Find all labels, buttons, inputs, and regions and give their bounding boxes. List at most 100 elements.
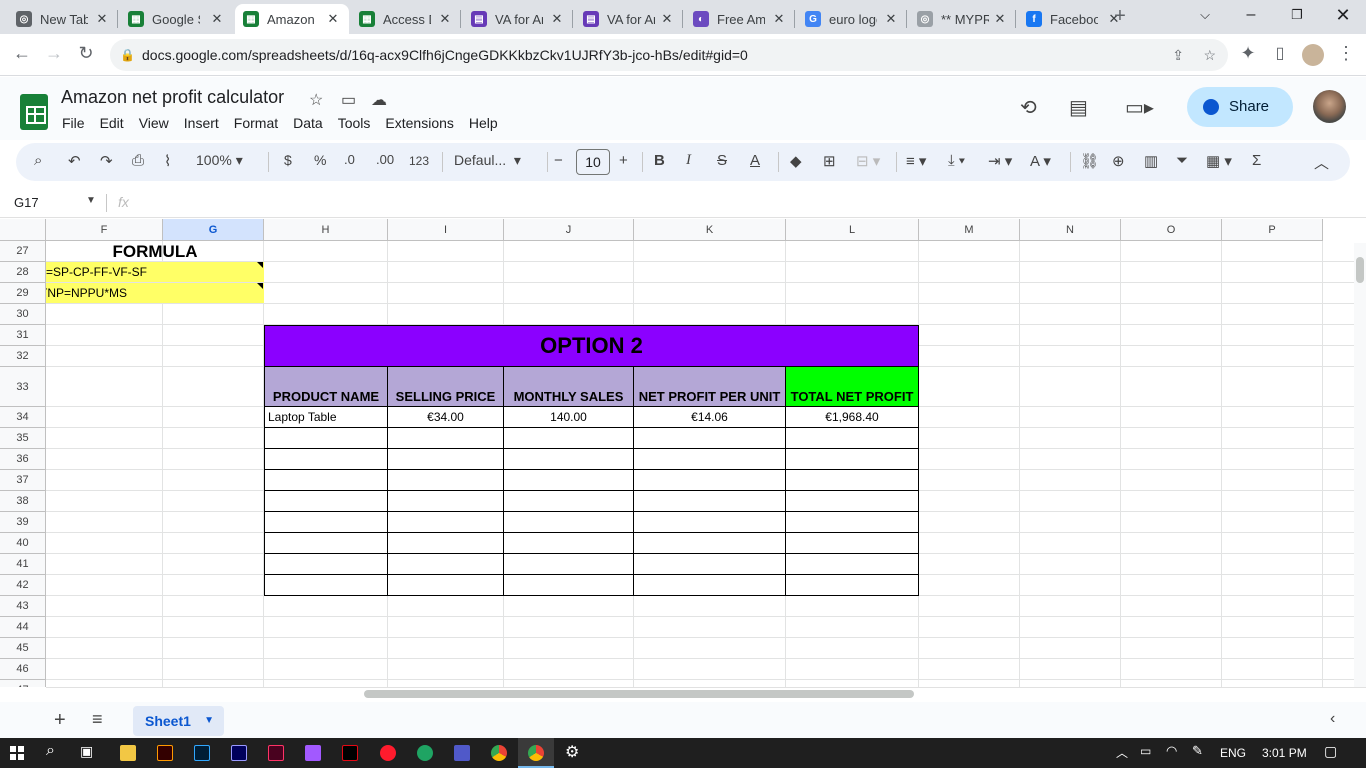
table-cell-empty[interactable] (388, 575, 504, 596)
menu-edit[interactable]: Edit (100, 115, 124, 131)
row-header[interactable]: 37 (0, 470, 46, 491)
table-cell-empty[interactable] (504, 449, 634, 470)
browser-tab[interactable]: ◐ Free Amazon ✕ (685, 4, 795, 34)
browser-tab[interactable]: ▦ Google Sheets ✕ (120, 4, 233, 34)
table-cell-empty[interactable] (786, 533, 919, 554)
filter-icon[interactable]: ⏷ (1176, 152, 1188, 169)
tab-close-icon[interactable]: ✕ (771, 11, 787, 27)
table-cell-empty[interactable] (388, 512, 504, 533)
table-cell-empty[interactable] (388, 428, 504, 449)
netflix-icon[interactable] (342, 745, 358, 761)
column-header-j[interactable]: J (504, 219, 634, 241)
browser-tab[interactable]: Geuro logo ✕ (797, 4, 907, 34)
tab-close-icon[interactable]: ✕ (325, 11, 341, 27)
meet-camera-icon[interactable]: ▭▸ (1125, 95, 1154, 120)
row-header[interactable]: 46 (0, 659, 46, 680)
comments-icon[interactable]: ▤ (1069, 95, 1088, 120)
battery-icon[interactable]: ▭ (1140, 744, 1151, 758)
horizontal-scrollbar[interactable] (46, 687, 1366, 701)
row-header[interactable]: 31 (0, 325, 46, 346)
undo-icon[interactable]: ↶ (68, 152, 81, 170)
table-cell-empty[interactable] (504, 554, 634, 575)
table-cell-empty[interactable] (634, 470, 786, 491)
table-cell-empty[interactable] (388, 554, 504, 575)
extensions-puzzle-icon[interactable]: ✦ (1236, 43, 1260, 64)
table-cell-empty[interactable] (634, 533, 786, 554)
table-cell-empty[interactable] (264, 512, 388, 533)
text-rotation-icon[interactable]: A ▾ (1030, 152, 1051, 170)
browser-tab[interactable]: ▤ VA for Amazon ✕ (463, 4, 573, 34)
zoom-select[interactable]: 100% ▾ (196, 152, 243, 169)
reload-icon[interactable]: ↻ (74, 43, 98, 64)
minimize-button[interactable]: – (1228, 0, 1274, 32)
settings-gear-icon[interactable]: ⚙ (565, 742, 579, 762)
illustrator-icon[interactable] (157, 745, 173, 761)
text-wrap-icon[interactable]: ⇥ ▾ (988, 152, 1012, 170)
table-cell-empty[interactable] (504, 533, 634, 554)
figma-icon[interactable] (305, 745, 321, 761)
row-header[interactable]: 28 (0, 262, 46, 283)
cloud-status-icon[interactable]: ☁ (371, 90, 387, 110)
strikethrough-button[interactable]: S (717, 152, 727, 169)
sheet-tab-sheet1[interactable]: Sheet1 ▼ (133, 706, 224, 736)
table-cell-empty[interactable] (786, 470, 919, 491)
font-select[interactable]: Defaul... ▾ (454, 152, 521, 169)
horizontal-scroll-thumb[interactable] (364, 690, 914, 698)
formula-cell-1[interactable]: J=SP-CP-FF-VF-SF (46, 262, 264, 282)
language-indicator[interactable]: ENG (1220, 746, 1246, 760)
table-cell-empty[interactable] (264, 575, 388, 596)
table-cell-empty[interactable] (786, 449, 919, 470)
menu-view[interactable]: View (139, 115, 169, 131)
table-cell-empty[interactable] (504, 470, 634, 491)
chrome-active-taskbar-item[interactable] (518, 738, 554, 768)
column-header-k[interactable]: K (634, 219, 786, 241)
functions-icon[interactable]: Σ (1252, 152, 1261, 169)
table-cell[interactable]: €34.00 (388, 407, 504, 428)
select-all-corner[interactable] (0, 219, 46, 241)
share-page-icon[interactable]: ⇪ (1172, 39, 1184, 71)
column-header-f[interactable]: F (46, 219, 163, 241)
row-header[interactable]: 44 (0, 617, 46, 638)
formula-cell-2[interactable]: TNP=NPPU*MS (46, 283, 264, 303)
address-bar[interactable]: 🔒 docs.google.com/spreadsheets/d/16q-acx… (110, 39, 1228, 71)
premiere-icon[interactable] (231, 745, 247, 761)
decrease-decimal-button[interactable]: .0 (344, 152, 355, 167)
table-cell-empty[interactable] (388, 470, 504, 491)
menu-tools[interactable]: Tools (338, 115, 371, 131)
forward-icon[interactable]: → (42, 43, 66, 64)
column-header-o[interactable]: O (1121, 219, 1222, 241)
chrome-icon[interactable] (491, 745, 507, 761)
menu-insert[interactable]: Insert (184, 115, 219, 131)
explore-collapse-icon[interactable]: ‹ (1330, 710, 1335, 728)
row-header[interactable]: 32 (0, 346, 46, 367)
opera-icon[interactable] (380, 745, 396, 761)
tab-close-icon[interactable]: ✕ (659, 11, 675, 27)
table-cell[interactable]: €1,968.40 (786, 407, 919, 428)
user-avatar[interactable] (1313, 90, 1346, 123)
browser-tab[interactable]: ◎ New Tab ✕ (8, 4, 118, 34)
bookmark-star-icon[interactable]: ☆ (1203, 39, 1216, 71)
row-header[interactable]: 27 (0, 241, 46, 262)
table-cell-empty[interactable] (786, 491, 919, 512)
name-box[interactable]: G17 (14, 195, 39, 210)
photoshop-icon[interactable] (194, 745, 210, 761)
notifications-icon[interactable]: ▢ (1324, 743, 1337, 760)
text-color-button[interactable]: A (750, 152, 760, 169)
pen-icon[interactable]: ✎ (1192, 743, 1203, 759)
row-header[interactable]: 29 (0, 283, 46, 304)
tab-close-icon[interactable]: ✕ (883, 11, 899, 27)
tray-chevron-icon[interactable]: ︿ (1116, 744, 1128, 761)
table-cell-empty[interactable] (634, 554, 786, 575)
edge-icon[interactable] (417, 745, 433, 761)
name-box-dropdown-icon[interactable]: ▼ (86, 195, 96, 206)
horizontal-align-icon[interactable]: ≡ ▾ (906, 152, 926, 170)
row-header[interactable]: 47 (0, 680, 46, 687)
column-header-g[interactable]: G (163, 219, 264, 241)
side-panel-icon[interactable]: ▯ (1268, 43, 1292, 63)
tab-close-icon[interactable]: ✕ (437, 11, 453, 27)
table-cell-empty[interactable] (504, 512, 634, 533)
version-history-icon[interactable]: ⟲ (1020, 95, 1037, 120)
row-header[interactable]: 39 (0, 512, 46, 533)
row-header[interactable]: 34 (0, 407, 46, 428)
menu-format[interactable]: Format (234, 115, 278, 131)
